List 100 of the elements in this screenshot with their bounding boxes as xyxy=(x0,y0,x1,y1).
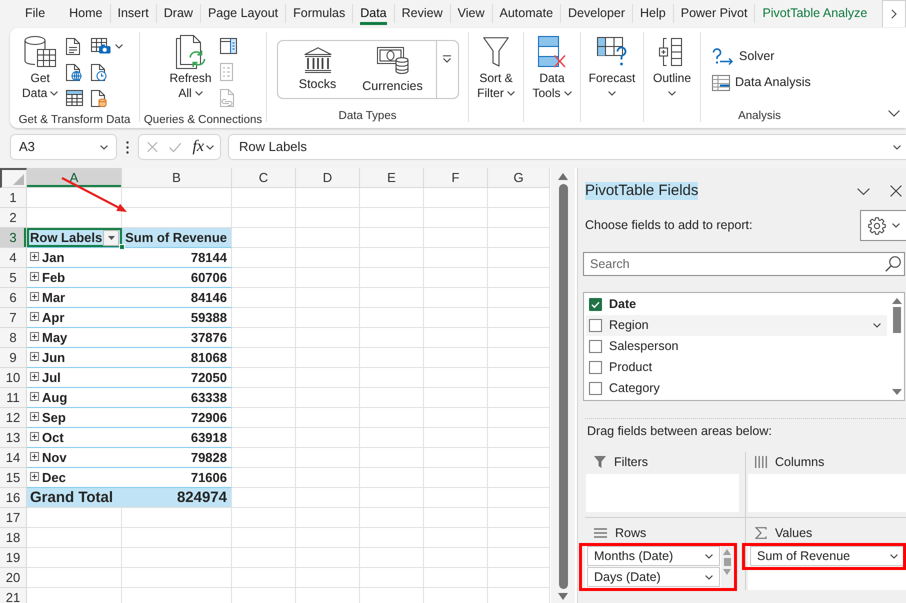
row-header[interactable]: 21 xyxy=(0,588,27,603)
row-header[interactable]: 3 xyxy=(0,228,27,248)
ribbon-button[interactable]: Data Tools xyxy=(529,33,574,101)
plus-box-icon[interactable] xyxy=(30,392,39,401)
ribbon-tab[interactable]: Home xyxy=(62,0,110,27)
row-header[interactable]: 20 xyxy=(0,568,27,588)
row-header[interactable]: 9 xyxy=(0,348,27,368)
column-header[interactable]: E xyxy=(360,168,424,188)
field-item[interactable]: Salesperson xyxy=(586,336,887,357)
plus-box-icon[interactable] xyxy=(30,272,39,281)
ribbon-button[interactable]: Sort & Filter xyxy=(474,33,518,101)
row-header[interactable]: 16 xyxy=(0,488,27,508)
close-icon[interactable] xyxy=(890,185,902,197)
row-header[interactable]: 5 xyxy=(0,268,27,288)
field-item[interactable]: Product xyxy=(586,357,887,378)
plus-box-icon[interactable] xyxy=(30,292,39,301)
ribbon-tab[interactable]: Review xyxy=(394,0,450,27)
ribbon-tab[interactable]: Draw xyxy=(156,0,200,27)
ribbon-tab[interactable]: Page Layout xyxy=(200,0,286,27)
field-item[interactable]: Category xyxy=(586,378,887,399)
row-header[interactable]: 10 xyxy=(0,368,27,388)
scroll-down-icon[interactable] xyxy=(558,593,568,600)
scrollbar-thumb[interactable] xyxy=(724,558,730,566)
ribbon-tab[interactable]: PivotTable Analyze xyxy=(755,0,874,27)
pane-instruction: Choose fields to add to report: xyxy=(585,218,752,233)
plus-box-icon[interactable] xyxy=(30,452,39,461)
row-header[interactable]: 13 xyxy=(0,428,27,448)
column-header[interactable]: F xyxy=(424,168,488,188)
column-header[interactable]: D xyxy=(296,168,360,188)
row-header[interactable]: 11 xyxy=(0,388,27,408)
plus-box-icon[interactable] xyxy=(30,312,39,321)
row-header[interactable]: 7 xyxy=(0,308,27,328)
chevron-down-icon[interactable] xyxy=(857,188,870,194)
plus-box-icon[interactable] xyxy=(30,372,39,381)
insert-function-button[interactable]: fx xyxy=(192,137,214,157)
checkbox[interactable] xyxy=(589,382,602,395)
ribbon-tab[interactable]: Developer xyxy=(561,0,632,27)
scroll-up-icon[interactable] xyxy=(892,298,902,304)
formula-field[interactable]: Row Labels xyxy=(228,134,906,160)
column-header[interactable]: A xyxy=(27,168,122,188)
select-all-button[interactable] xyxy=(0,168,27,188)
search-field[interactable]: Search xyxy=(583,252,905,276)
row-header[interactable]: 18 xyxy=(0,528,27,548)
row-header[interactable]: 15 xyxy=(0,468,27,488)
column-header[interactable]: B xyxy=(122,168,232,188)
ribbon-tab[interactable]: File xyxy=(18,0,52,27)
checkbox[interactable] xyxy=(589,298,602,311)
row-header[interactable]: 6 xyxy=(0,288,27,308)
plus-box-icon[interactable] xyxy=(30,352,39,361)
field-button[interactable]: Months (Date) xyxy=(587,546,720,566)
scroll-up-icon[interactable] xyxy=(558,173,568,180)
data-type-button[interactable]: Stocks xyxy=(286,41,350,98)
ribbon-tab[interactable]: Automate xyxy=(492,0,560,27)
row-header[interactable]: 19 xyxy=(0,548,27,568)
ribbon-button[interactable]: Forecast xyxy=(586,33,638,101)
column-header[interactable]: G xyxy=(488,168,550,188)
search-icon[interactable] xyxy=(885,256,901,272)
scrollbar-thumb[interactable] xyxy=(558,184,568,589)
ribbon-button[interactable]: Solver xyxy=(710,46,776,68)
ribbon-tab[interactable]: Insert xyxy=(110,0,156,27)
name-box[interactable]: A3 xyxy=(10,134,117,160)
row-header[interactable]: 4 xyxy=(0,248,27,268)
field-item[interactable]: Date xyxy=(586,294,887,315)
ribbon-button[interactable]: Data Analysis xyxy=(710,72,813,94)
plus-box-icon[interactable] xyxy=(30,412,39,421)
settings-button[interactable] xyxy=(860,210,906,241)
ribbon-tab[interactable]: Help xyxy=(633,0,673,27)
ribbon-button[interactable]: Refresh All xyxy=(166,33,215,101)
plus-box-icon[interactable] xyxy=(30,472,39,481)
checkbox[interactable] xyxy=(589,361,602,374)
ribbon-button[interactable]: Outline xyxy=(650,33,694,101)
checkbox[interactable] xyxy=(589,319,602,332)
row-header[interactable]: 12 xyxy=(0,408,27,428)
checkmark-icon[interactable] xyxy=(168,142,182,152)
row-header[interactable]: 8 xyxy=(0,328,27,348)
row-header[interactable]: 2 xyxy=(0,208,27,228)
row-header[interactable]: 1 xyxy=(0,188,27,208)
ribbon-button[interactable]: Get Data xyxy=(19,33,62,101)
scrollbar-thumb[interactable] xyxy=(892,307,900,333)
vertical-dots-icon[interactable] xyxy=(126,140,129,154)
collapse-ribbon-button[interactable] xyxy=(886,108,902,119)
plus-box-icon[interactable] xyxy=(30,252,39,261)
ribbon-tab[interactable]: View xyxy=(450,0,492,27)
plus-box-icon[interactable] xyxy=(30,332,39,341)
filter-dropdown-button[interactable] xyxy=(103,230,119,246)
checkbox[interactable] xyxy=(589,340,602,353)
ribbon-tab[interactable]: Power Pivot xyxy=(674,0,754,27)
ribbon-tab[interactable]: Formulas xyxy=(286,0,352,27)
fill-handle[interactable] xyxy=(119,244,125,250)
field-button[interactable]: Days (Date) xyxy=(587,567,720,587)
field-item[interactable]: Region xyxy=(586,315,887,336)
row-label: Oct xyxy=(42,429,64,447)
row-header[interactable]: 14 xyxy=(0,448,27,468)
column-header[interactable]: C xyxy=(232,168,296,188)
data-type-button[interactable]: Currencies xyxy=(354,41,432,98)
row-header[interactable]: 17 xyxy=(0,508,27,528)
plus-box-icon[interactable] xyxy=(30,432,39,441)
scroll-down-icon[interactable] xyxy=(892,389,902,395)
value-text: 63338 xyxy=(190,389,227,407)
field-button[interactable]: Sum of Revenue xyxy=(750,546,905,566)
